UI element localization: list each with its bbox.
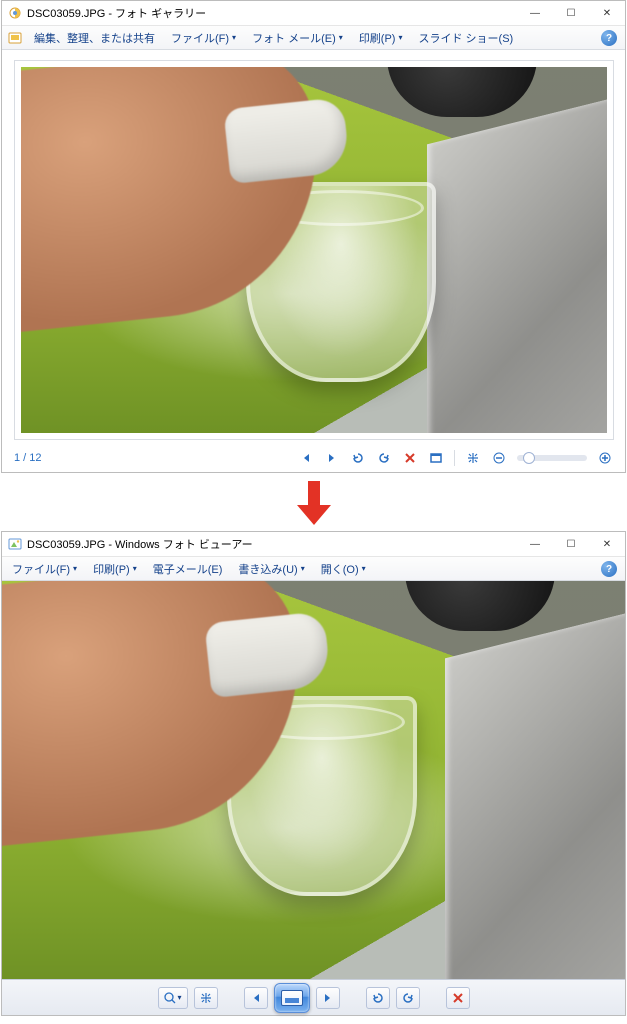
- help-button[interactable]: ?: [601, 561, 617, 577]
- menu-print[interactable]: 印刷(P)▾: [89, 559, 141, 579]
- previous-button[interactable]: [244, 987, 268, 1009]
- photo-pot: [405, 581, 555, 631]
- chevron-down-icon: ▾: [339, 33, 343, 42]
- chevron-down-icon: ▾: [73, 564, 77, 573]
- chevron-down-icon: ▾: [398, 33, 402, 42]
- menu-file[interactable]: ファイル(F)▾: [167, 28, 240, 48]
- chevron-down-icon: ▾: [232, 33, 236, 42]
- arrow-down-icon: [297, 481, 331, 525]
- app-icon: [8, 6, 22, 20]
- toolbar: [298, 450, 613, 466]
- chevron-down-icon: ▾: [301, 564, 305, 573]
- titlebar: DSC03059.JPG - Windows フォト ビューアー — ☐ ✕: [2, 532, 625, 557]
- delete-button[interactable]: [446, 987, 470, 1009]
- zoom-out-button[interactable]: [491, 450, 507, 466]
- photo-frame: [14, 60, 614, 440]
- menubar: 編集、整理、または共有 ファイル(F)▾ フォト メール(E)▾ 印刷(P)▾ …: [2, 26, 625, 50]
- photo-content: [21, 67, 607, 433]
- maximize-button[interactable]: ☐: [553, 532, 589, 556]
- page-counter: 1 / 12: [14, 452, 42, 464]
- delete-button[interactable]: [402, 450, 418, 466]
- close-button[interactable]: ✕: [589, 532, 625, 556]
- menu-open[interactable]: 開く(O)▾: [317, 559, 370, 579]
- chevron-down-icon: ▾: [362, 564, 366, 573]
- image-viewport: [2, 581, 625, 979]
- toolbar: ▾: [2, 979, 625, 1015]
- fullscreen-button[interactable]: [428, 450, 444, 466]
- window-title: DSC03059.JPG - Windows フォト ビューアー: [27, 536, 517, 552]
- zoom-button[interactable]: ▾: [158, 987, 188, 1009]
- menu-print[interactable]: 印刷(P)▾: [355, 28, 407, 48]
- menu-email[interactable]: 電子メール(E): [149, 559, 227, 579]
- window-controls: — ☐ ✕: [517, 532, 625, 556]
- photo-pot: [387, 67, 537, 117]
- photo-scene: [21, 67, 607, 433]
- next-button[interactable]: [316, 987, 340, 1009]
- minimize-button[interactable]: —: [517, 1, 553, 25]
- photo-scene: [2, 581, 625, 979]
- photo-viewer-window: DSC03059.JPG - Windows フォト ビューアー — ☐ ✕ フ…: [1, 531, 626, 1016]
- window-title: DSC03059.JPG - フォト ギャラリー: [27, 5, 517, 21]
- image-viewport: [2, 50, 625, 444]
- next-button[interactable]: [324, 450, 340, 466]
- rotate-ccw-button[interactable]: [366, 987, 390, 1009]
- fit-button[interactable]: [194, 987, 218, 1009]
- titlebar: DSC03059.JPG - フォト ギャラリー — ☐ ✕: [2, 1, 625, 26]
- window-controls: — ☐ ✕: [517, 1, 625, 25]
- maximize-button[interactable]: ☐: [553, 1, 589, 25]
- close-button[interactable]: ✕: [589, 1, 625, 25]
- photo-content: [2, 581, 625, 979]
- rotate-cw-button[interactable]: [396, 987, 420, 1009]
- photo-sink: [427, 97, 607, 433]
- gallery-icon: [8, 31, 22, 45]
- menu-photomail[interactable]: フォト メール(E)▾: [248, 28, 347, 48]
- minimize-button[interactable]: —: [517, 532, 553, 556]
- slideshow-button[interactable]: [274, 983, 310, 1013]
- app-icon: [8, 537, 22, 551]
- chevron-down-icon: ▾: [177, 993, 181, 1002]
- fit-button[interactable]: [465, 450, 481, 466]
- menubar: ファイル(F)▾ 印刷(P)▾ 電子メール(E) 書き込み(U)▾ 開く(O)▾…: [2, 557, 625, 581]
- menu-edit-share[interactable]: 編集、整理、または共有: [30, 28, 159, 48]
- menu-file[interactable]: ファイル(F)▾: [8, 559, 81, 579]
- photo-gallery-window: DSC03059.JPG - フォト ギャラリー — ☐ ✕ 編集、整理、または…: [1, 0, 626, 473]
- zoom-in-button[interactable]: [597, 450, 613, 466]
- menu-slideshow[interactable]: スライド ショー(S): [415, 28, 518, 48]
- photo-sink: [445, 611, 625, 979]
- rotate-ccw-button[interactable]: [350, 450, 366, 466]
- zoom-slider[interactable]: [517, 455, 587, 461]
- divider: [454, 450, 455, 466]
- chevron-down-icon: ▾: [133, 564, 137, 573]
- menu-burn[interactable]: 書き込み(U)▾: [234, 559, 308, 579]
- slideshow-icon: [281, 990, 303, 1006]
- statusbar: 1 / 12: [2, 444, 625, 472]
- previous-button[interactable]: [298, 450, 314, 466]
- help-button[interactable]: ?: [601, 30, 617, 46]
- rotate-cw-button[interactable]: [376, 450, 392, 466]
